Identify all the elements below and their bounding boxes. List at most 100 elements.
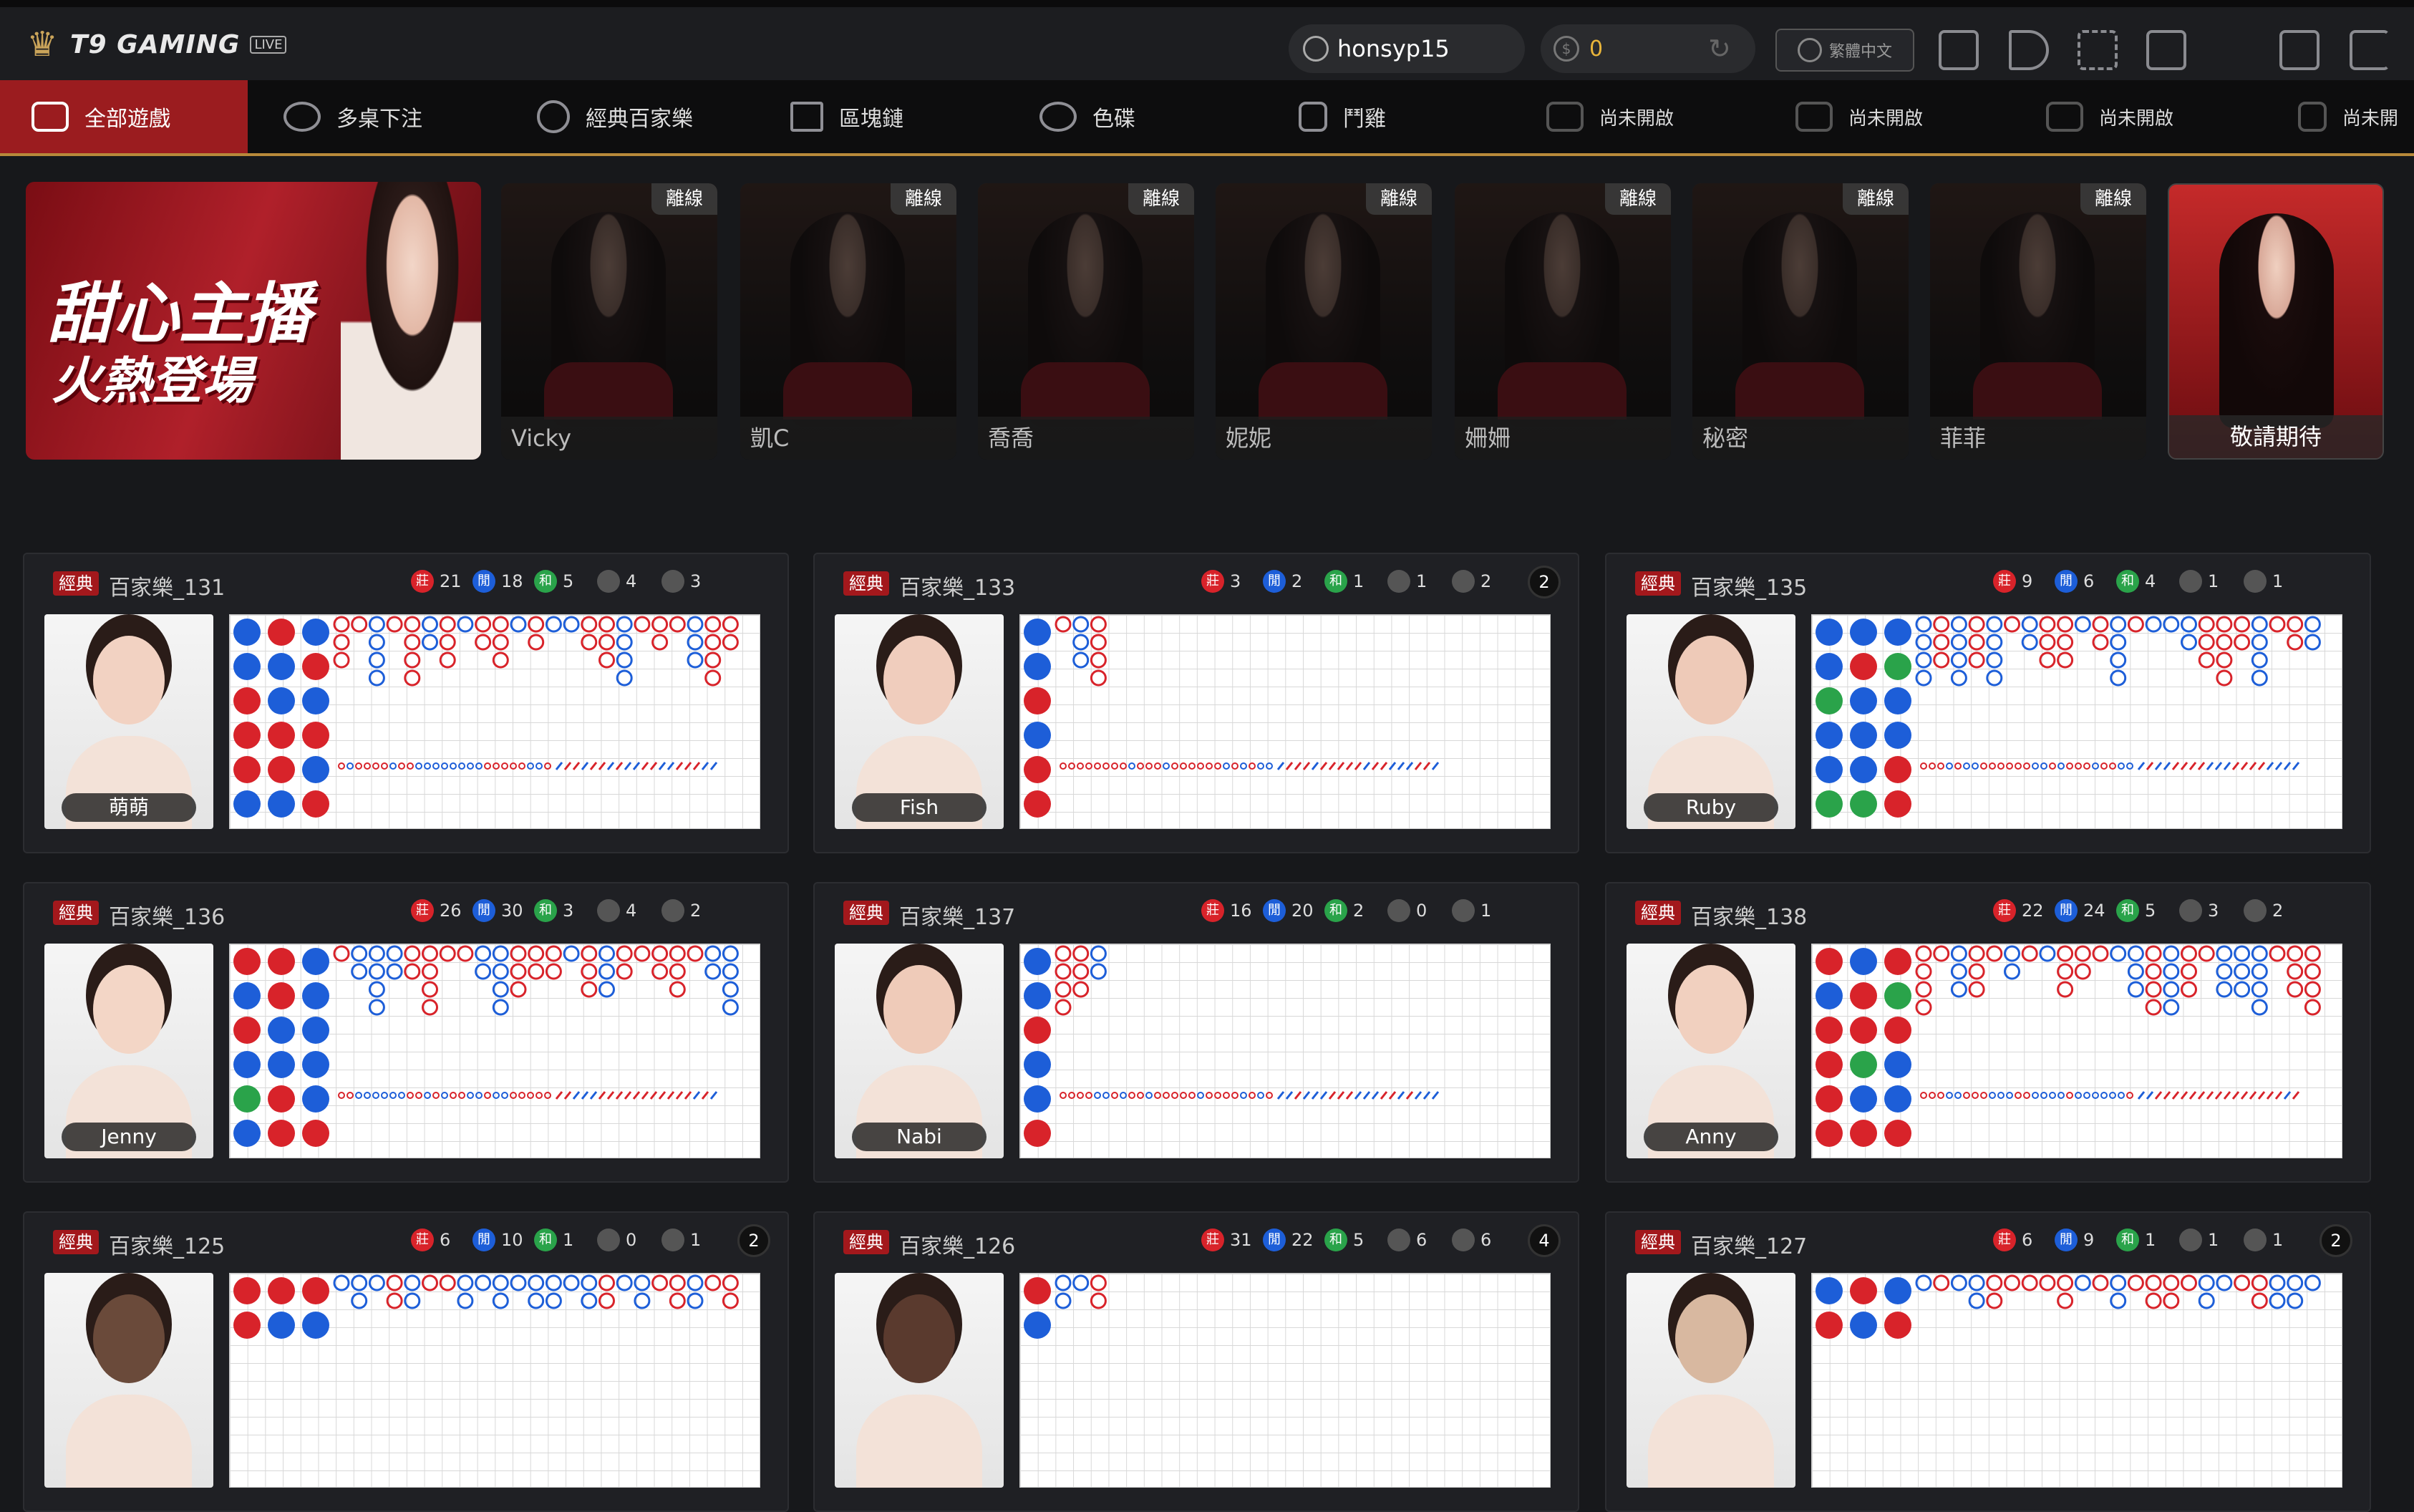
- big-eye-road-mark: [2083, 762, 2090, 770]
- cockroach-road-mark: [1302, 1091, 1311, 1100]
- baccarat-table-card[interactable]: 經典 百家樂_125 莊 6 閒 10 和 1 0 1 2: [23, 1211, 789, 1512]
- home-icon[interactable]: [1939, 30, 1979, 70]
- baccarat-table-card[interactable]: 經典 百家樂_138 莊 22 閒 24 和 5 3 2 Anny: [1605, 882, 2371, 1183]
- baccarat-table-card[interactable]: 經典 百家樂_131 莊 21 閒 18 和 5 4 3 萌萌: [23, 553, 789, 853]
- big-road-mark: [1933, 634, 1950, 651]
- cockroach-road-mark: [692, 762, 701, 770]
- host-card[interactable]: 離線 妮妮: [1216, 183, 1432, 460]
- bead-mark: [1816, 1277, 1843, 1304]
- big-eye-road-mark: [544, 762, 551, 770]
- big-road-mark: [2216, 963, 2233, 980]
- language-selector[interactable]: 繁體中文: [1775, 29, 1914, 72]
- big-road-mark: [2145, 963, 2162, 980]
- player-symbol: 閒: [2060, 1232, 2073, 1247]
- cockroach-road-mark: [1311, 762, 1319, 770]
- stat-tie: 和1: [2116, 1228, 2156, 1251]
- stat-count: 3: [563, 901, 574, 921]
- bead-mark: [1884, 687, 1911, 714]
- tab-classic-baccarat[interactable]: 經典百家樂: [537, 80, 693, 153]
- big-eye-road-mark: [1997, 1092, 2005, 1099]
- host-card[interactable]: 離線 喬喬: [978, 183, 1194, 460]
- profile-icon[interactable]: [2146, 30, 2186, 70]
- cockroach-road-mark: [1431, 1091, 1440, 1100]
- big-road-mark: [2057, 616, 2074, 633]
- big-road-mark: [616, 945, 633, 962]
- big-road-mark: [2110, 669, 2127, 687]
- baccarat-table-card[interactable]: 經典 百家樂_137 莊 16 閒 20 和 2 0 1 Nabi: [813, 882, 1579, 1183]
- brand-logo[interactable]: ♛ T9 GAMING LIVE: [21, 23, 287, 66]
- promo-banner[interactable]: 甜心主播 火熱登場: [26, 182, 481, 460]
- dealer-face: [93, 636, 165, 724]
- classic-tag: 經典: [1635, 571, 1681, 596]
- host-card[interactable]: 離線 秘密: [1692, 183, 1909, 460]
- sound-icon[interactable]: [2009, 30, 2049, 70]
- baccarat-table-card[interactable]: 經典 百家樂_126 莊 31 閒 22 和 5 6 6 4: [813, 1211, 1579, 1512]
- tab-coming-soon-1[interactable]: 尚未開啟: [1546, 80, 1674, 153]
- stat-player: 閒 24: [2055, 899, 2105, 922]
- big-eye-road-mark: [2023, 762, 2030, 770]
- bead-mark: [1850, 722, 1877, 749]
- bead-mark: [233, 982, 261, 1009]
- host-card[interactable]: 離線 凱C: [740, 183, 956, 460]
- big-road-mark: [687, 945, 704, 962]
- big-road-mark: [1915, 651, 1932, 669]
- bead-mark: [302, 790, 329, 818]
- big-road-mark: [634, 1292, 651, 1309]
- table-header: 經典 百家樂_131 莊 21 閒 18 和 5 4 3: [24, 554, 787, 609]
- big-road-mark: [581, 634, 598, 651]
- tab-cockfight[interactable]: 鬥雞: [1299, 80, 1386, 153]
- big-eye-road-mark: [2066, 762, 2073, 770]
- baccarat-table-card[interactable]: 經典 百家樂_136 莊 26 閒 30 和 3 4 2 Jenny: [23, 882, 789, 1183]
- big-eye-road-mark: [1111, 762, 1118, 770]
- bead-mark: [268, 948, 295, 975]
- big-road-mark: [475, 963, 492, 980]
- cockroach-road-mark: [1414, 1091, 1422, 1100]
- table-name: 百家樂_131: [109, 576, 226, 601]
- tab-coming-soon-4[interactable]: 尚未開: [2298, 80, 2398, 153]
- big-eye-road-mark: [527, 762, 534, 770]
- big-road-mark: [1986, 651, 2003, 669]
- big-road-mark: [510, 963, 527, 980]
- big-eye-road-mark: [493, 1092, 500, 1099]
- table-name: 百家樂_137: [899, 905, 1016, 930]
- big-road-mark: [669, 981, 686, 998]
- stat-ppair: 1: [2244, 570, 2283, 593]
- host-card[interactable]: 離線 姍姍: [1455, 183, 1671, 460]
- classic-tag: 經典: [1635, 1230, 1681, 1254]
- host-card[interactable]: 離線 菲菲: [1930, 183, 2146, 460]
- bead-mark: [1024, 653, 1051, 680]
- fullscreen-icon[interactable]: [2078, 30, 2118, 70]
- baccarat-table-card[interactable]: 經典 百家樂_133 莊 3 閒 2 和 1 1 2 2 Fish: [813, 553, 1579, 853]
- stat-banker: 莊 16: [1201, 899, 1252, 922]
- tab-all-games[interactable]: 全部遊戲: [0, 80, 248, 153]
- tab-coming-soon-3[interactable]: 尚未開啟: [2046, 80, 2173, 153]
- cockroach-road-mark: [2223, 1091, 2231, 1100]
- cockroach-road-mark: [632, 1091, 641, 1100]
- history-icon[interactable]: [2279, 30, 2320, 70]
- cockroach-road-mark: [615, 762, 624, 770]
- cockroach-road-mark: [666, 762, 675, 770]
- big-road-mark: [1055, 945, 1072, 962]
- big-eye-road-mark: [1171, 762, 1178, 770]
- user-account[interactable]: honsyp15: [1289, 24, 1525, 73]
- cockroach-road-mark: [1302, 762, 1311, 770]
- big-eye-road-mark: [1920, 762, 1927, 770]
- big-road-mark: [492, 1274, 509, 1292]
- dealer-body: [66, 1395, 192, 1488]
- host-card-coming-soon[interactable]: 敬請期待: [2168, 183, 2384, 460]
- classic-tag: 經典: [53, 901, 99, 925]
- host-card[interactable]: 離線 Vicky: [501, 183, 717, 460]
- tab-sedie[interactable]: 色碟: [1039, 80, 1135, 153]
- refresh-icon[interactable]: ↻: [1708, 32, 1742, 66]
- cockroach-road-mark: [1276, 762, 1285, 770]
- tab-multi-table[interactable]: 多桌下注: [283, 80, 422, 153]
- tab-blockchain[interactable]: 區塊鏈: [790, 80, 903, 153]
- baccarat-table-card[interactable]: 經典 百家樂_135 莊 9 閒 6 和 4 1 1 Ruby: [1605, 553, 2371, 853]
- baccarat-table-card[interactable]: 經典 百家樂_127 莊 6 閒 9 和 1 1 1 2: [1605, 1211, 2371, 1512]
- big-eye-road-mark: [415, 1092, 422, 1099]
- cockroach-road-mark: [2240, 762, 2249, 770]
- tab-coming-soon-2[interactable]: 尚未開啟: [1795, 80, 1923, 153]
- big-road-mark: [2039, 945, 2056, 962]
- logout-icon[interactable]: [2350, 30, 2390, 70]
- big-road-mark: [2163, 616, 2180, 633]
